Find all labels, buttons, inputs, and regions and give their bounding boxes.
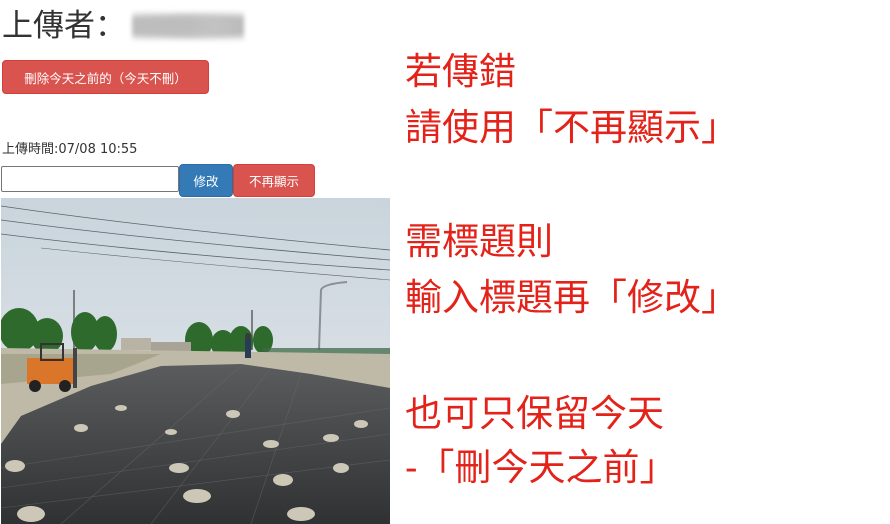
uploader-line: 上傳者： <box>2 6 244 46</box>
hide-button[interactable]: 不再顯示 <box>233 164 315 197</box>
instruction-line-6: -「刪今天之前」 <box>405 446 677 489</box>
uploader-name-blurred <box>132 8 244 44</box>
title-input[interactable] <box>1 166 179 192</box>
instruction-line-1: 若傳錯 <box>405 50 516 93</box>
instruction-line-2: 請使用「不再顯示」 <box>405 106 738 149</box>
uploader-label: 上傳者： <box>2 8 126 44</box>
uploaded-photo <box>1 198 390 524</box>
instruction-line-4: 輸入標題再「修改」 <box>405 276 738 319</box>
upload-time: 上傳時間:07/08 10:55 <box>2 142 138 157</box>
instruction-line-5: 也可只保留今天 <box>405 392 664 435</box>
instruction-line-3: 需標題則 <box>405 220 553 263</box>
photo-scene <box>1 198 390 524</box>
delete-before-today-button[interactable]: 刪除今天之前的（今天不刪） <box>2 60 209 94</box>
edit-button[interactable]: 修改 <box>179 164 233 197</box>
